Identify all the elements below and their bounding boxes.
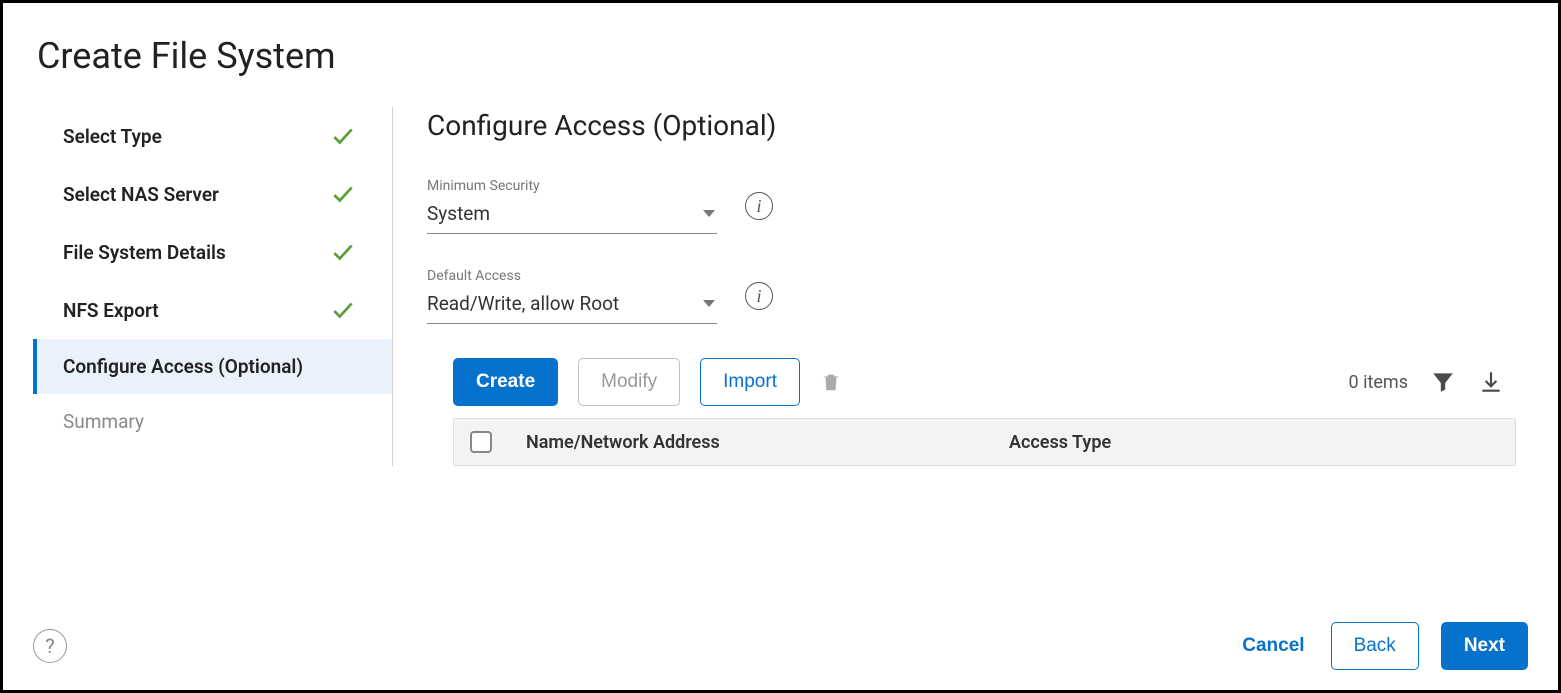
step-select-nas-server[interactable]: Select NAS Server [33, 165, 392, 223]
import-button[interactable]: Import [700, 358, 800, 406]
select-all-cell [470, 431, 520, 453]
filter-icon[interactable] [1430, 369, 1456, 395]
step-label: Summary [63, 410, 144, 433]
checkmark-icon [330, 123, 356, 149]
column-header-name[interactable]: Name/Network Address [520, 432, 1009, 453]
info-icon[interactable]: i [745, 192, 773, 220]
footer-actions: Cancel Back Next [1238, 622, 1528, 670]
step-select-type[interactable]: Select Type [33, 107, 392, 165]
page-title: Create File System [37, 35, 1528, 77]
modify-button: Modify [578, 358, 680, 406]
wizard-footer: ? Cancel Back Next [33, 622, 1528, 670]
wizard-body: Select Type Select NAS Server File Syste… [33, 107, 1528, 466]
step-summary[interactable]: Summary [33, 394, 392, 449]
trash-icon [820, 369, 842, 395]
column-header-access[interactable]: Access Type [1009, 432, 1499, 453]
chevron-down-icon [703, 300, 715, 307]
select-all-checkbox[interactable] [470, 431, 492, 453]
default-access-select[interactable]: Read/Write, allow Root [427, 288, 717, 324]
cancel-button[interactable]: Cancel [1238, 627, 1308, 665]
create-button[interactable]: Create [453, 358, 558, 406]
chevron-down-icon [703, 210, 715, 217]
step-file-system-details[interactable]: File System Details [33, 223, 392, 281]
wizard-steps-sidebar: Select Type Select NAS Server File Syste… [33, 107, 393, 466]
wizard-main-panel: Configure Access (Optional) Minimum Secu… [393, 107, 1528, 466]
field-label: Minimum Security [427, 178, 717, 194]
step-label: File System Details [63, 241, 226, 264]
items-count: 0 items [1349, 372, 1408, 393]
step-label: Select Type [63, 125, 162, 148]
default-access-field: Default Access Read/Write, allow Root [427, 268, 717, 324]
minimum-security-select[interactable]: System [427, 198, 717, 234]
default-access-row: Default Access Read/Write, allow Root i [427, 268, 1516, 324]
checkmark-icon [330, 181, 356, 207]
toolbar-left: Create Modify Import [453, 358, 842, 406]
hosts-toolbar: Create Modify Import 0 items [453, 358, 1516, 406]
next-button[interactable]: Next [1441, 622, 1528, 670]
table-header-row: Name/Network Address Access Type [454, 419, 1515, 465]
select-value: Read/Write, allow Root [427, 292, 619, 315]
toolbar-right: 0 items [1349, 369, 1516, 395]
help-icon[interactable]: ? [33, 629, 67, 663]
step-nfs-export[interactable]: NFS Export [33, 281, 392, 339]
back-button[interactable]: Back [1331, 622, 1419, 670]
minimum-security-field: Minimum Security System [427, 178, 717, 234]
panel-heading: Configure Access (Optional) [427, 109, 1516, 142]
info-icon[interactable]: i [745, 282, 773, 310]
checkmark-icon [330, 239, 356, 265]
field-label: Default Access [427, 268, 717, 284]
hosts-table: Name/Network Address Access Type [453, 418, 1516, 466]
step-label: NFS Export [63, 299, 159, 322]
select-value: System [427, 202, 490, 225]
step-configure-access[interactable]: Configure Access (Optional) [33, 339, 392, 394]
wizard-dialog: Create File System Select Type Select NA… [0, 0, 1561, 693]
step-label: Configure Access (Optional) [63, 355, 303, 378]
minimum-security-row: Minimum Security System i [427, 178, 1516, 234]
download-icon[interactable] [1478, 369, 1504, 395]
step-label: Select NAS Server [63, 183, 219, 206]
checkmark-icon [330, 297, 356, 323]
